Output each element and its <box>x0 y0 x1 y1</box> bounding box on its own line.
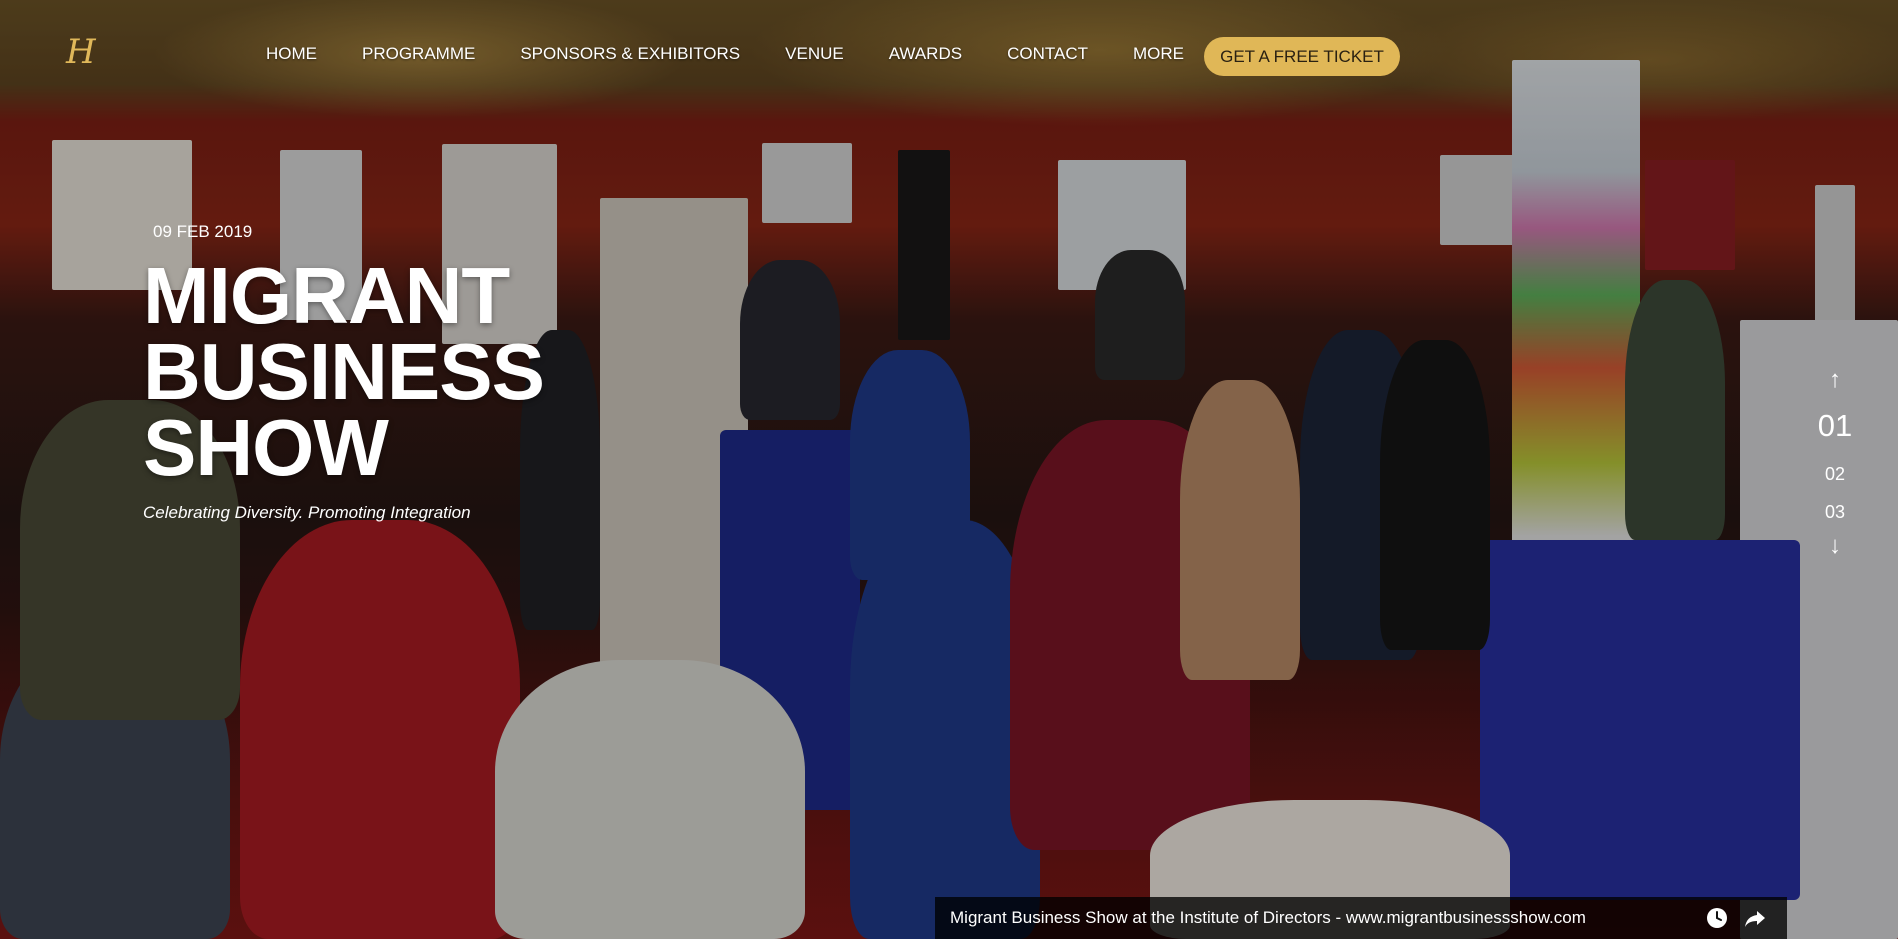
hero-title-line: MIGRANT <box>143 251 510 340</box>
share-icon[interactable] <box>1743 906 1767 930</box>
arrow-down-icon[interactable]: ↓ <box>1810 531 1860 561</box>
nav-item-home[interactable]: HOME <box>266 44 317 64</box>
slide-number[interactable]: 02 <box>1810 455 1860 493</box>
slide-pager: ↑ 01 02 03 ↓ <box>1810 365 1860 561</box>
event-date: 09 FEB 2019 <box>153 222 253 241</box>
main-nav: HOME PROGRAMME SPONSORS & EXHIBITORS VEN… <box>266 44 1229 64</box>
clock-icon[interactable] <box>1705 906 1729 930</box>
nav-item-more[interactable]: MORE <box>1133 44 1184 64</box>
hero-title: MIGRANT BUSINESS SHOW <box>143 251 603 492</box>
slide-number[interactable]: 03 <box>1810 493 1860 531</box>
site-logo[interactable]: H <box>66 32 116 72</box>
arrow-up-icon[interactable]: ↑ <box>1810 365 1860 395</box>
nav-item-contact[interactable]: CONTACT <box>1007 44 1088 64</box>
nav-item-sponsors-exhibitors[interactable]: SPONSORS & EXHIBITORS <box>520 44 740 64</box>
hero-tagline: Celebrating Diversity. Promoting Integra… <box>143 503 471 522</box>
nav-item-venue[interactable]: VENUE <box>785 44 844 64</box>
video-title-link[interactable]: Migrant Business Show at the Institute o… <box>950 908 1586 928</box>
nav-item-awards[interactable]: AWARDS <box>889 44 962 64</box>
video-actions <box>1705 906 1767 930</box>
nav-item-programme[interactable]: PROGRAMME <box>362 44 475 64</box>
hero-title-line: SHOW <box>143 403 389 492</box>
video-caption-bar: Migrant Business Show at the Institute o… <box>935 897 1787 939</box>
logo-mark: H <box>66 32 96 72</box>
hero-title-line: BUSINESS <box>143 327 545 416</box>
slide-number-active[interactable]: 01 <box>1810 403 1860 449</box>
get-free-ticket-button[interactable]: GET A FREE TICKET <box>1204 37 1400 76</box>
